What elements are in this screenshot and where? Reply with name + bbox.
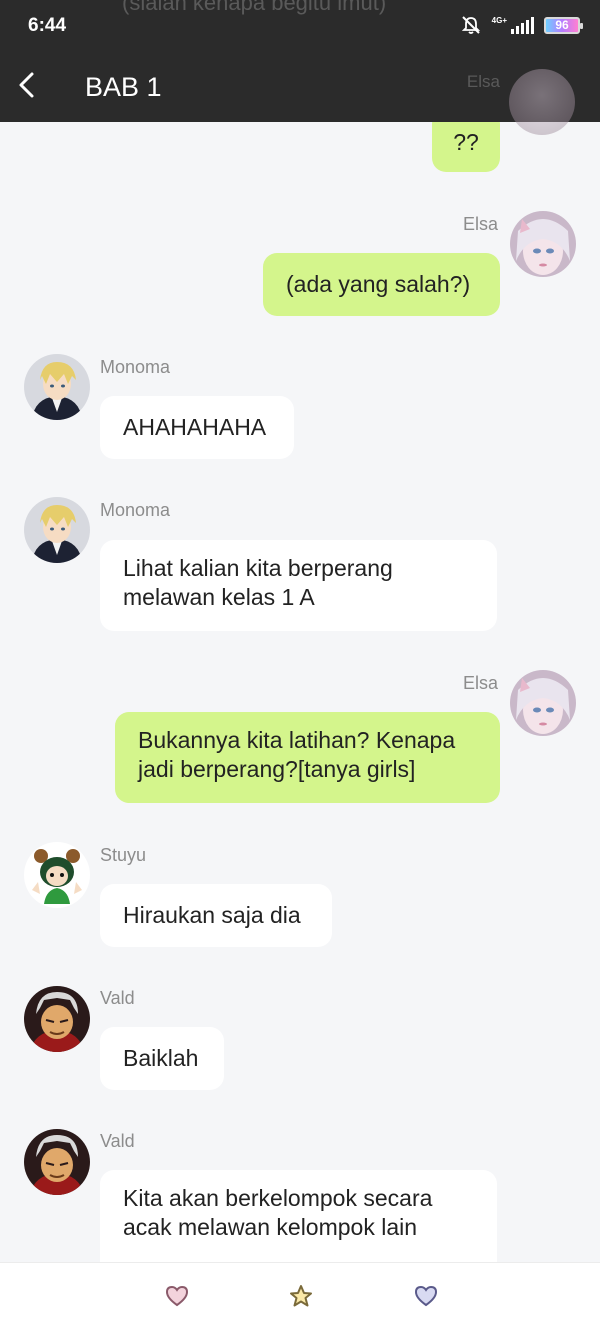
avatar-elsa[interactable]: [510, 211, 576, 277]
chat-area[interactable]: ?? Elsa (ada yang salah?) Monoma AHAHAHA…: [0, 0, 600, 1262]
status-icons: 4G+ 96: [460, 14, 583, 36]
sender-name: Stuyu: [100, 845, 147, 865]
sender-name: Elsa: [463, 673, 499, 693]
scrolled-message-text: (siaian kenapa begitu imut): [122, 0, 387, 15]
message-bubble-incoming: AHAHAHAHA: [100, 396, 294, 459]
avatar-vald[interactable]: [24, 1129, 90, 1195]
message-line: Lihat kalian kita berperang: [123, 555, 393, 581]
sender-name: Vald: [100, 988, 135, 1008]
message-bubble-incoming: Hiraukan saja dia: [100, 884, 332, 947]
battery-level: 96: [555, 17, 569, 32]
scrolled-avatar: [509, 69, 575, 135]
signal-icon: 4G+: [492, 16, 534, 34]
avatar-monoma[interactable]: [24, 354, 90, 420]
message-bubble-incoming: Kita akan berkelompok secara acak melawa…: [100, 1170, 497, 1262]
message-line: jadi berperang?[tanya girls]: [138, 756, 416, 782]
top-bar: (siaian kenapa begitu imut) 6:44 4G+ 96: [0, 0, 600, 135]
back-arrow-icon[interactable]: [12, 68, 42, 102]
avatar-elsa[interactable]: [510, 670, 576, 736]
message-bubble-incoming: Lihat kalian kita berperang melawan kela…: [100, 540, 497, 631]
network-type: 4G+: [491, 16, 507, 25]
sender-name: Monoma: [100, 357, 171, 377]
reaction-bar: [0, 1262, 600, 1333]
sender-name: Monoma: [100, 500, 171, 520]
chat-title: BAB 1: [85, 72, 162, 102]
scrolled-sender-name: Elsa: [466, 72, 500, 91]
alarm-off-icon: [461, 16, 480, 34]
chat-header: BAB 1 Elsa: [0, 52, 600, 135]
heart-icon[interactable]: [413, 1283, 439, 1309]
avatar-stuyu[interactable]: [24, 842, 90, 908]
message-bubble-incoming: Baiklah: [100, 1027, 224, 1090]
star-icon[interactable]: [288, 1283, 314, 1309]
message-bubble-outgoing: (ada yang salah?): [263, 253, 500, 316]
heart-icon[interactable]: [164, 1283, 190, 1309]
status-bar: (siaian kenapa begitu imut) 6:44 4G+ 96: [0, 0, 600, 52]
battery-icon: 96: [544, 16, 583, 34]
message-line: Bukannya kita latihan? Kenapa: [138, 727, 456, 753]
message-line: acak melawan kelompok lain: [123, 1214, 418, 1240]
message-line: Kita akan berkelompok secara: [123, 1185, 433, 1211]
message-bubble-outgoing: Bukannya kita latihan? Kenapa jadi berpe…: [115, 712, 500, 803]
avatar-vald[interactable]: [24, 986, 90, 1052]
message-line: melawan kelas 1 A: [123, 584, 315, 610]
status-time: 6:44: [28, 15, 67, 36]
sender-name: Vald: [100, 1131, 135, 1151]
avatar-monoma[interactable]: [24, 497, 90, 563]
sender-name: Elsa: [463, 214, 499, 234]
